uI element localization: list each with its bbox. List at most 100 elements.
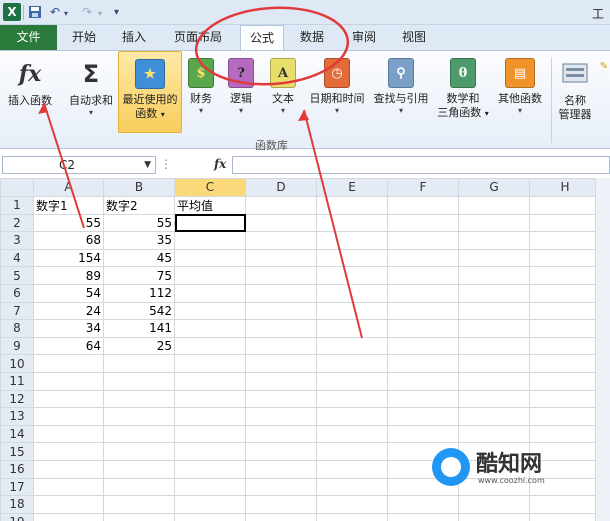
autosum-button[interactable]: Σ 自动求和 ▾ (64, 51, 118, 133)
column-header[interactable]: H (529, 178, 601, 197)
cell[interactable] (245, 495, 317, 514)
chevron-down-icon[interactable]: ▼ (144, 157, 151, 173)
cell[interactable] (316, 512, 388, 521)
cell[interactable] (387, 283, 459, 303)
cell[interactable] (316, 459, 388, 479)
cell[interactable] (174, 266, 246, 285)
cell[interactable] (245, 407, 317, 426)
cell[interactable] (529, 371, 601, 391)
cell[interactable] (316, 424, 388, 444)
cell[interactable] (316, 231, 388, 250)
row-header[interactable]: 8 (0, 319, 34, 338)
row-header[interactable]: 10 (0, 354, 34, 373)
cell[interactable] (458, 389, 530, 409)
cell[interactable]: 平均值 (174, 195, 246, 215)
formula-bar-resize-handle[interactable]: ⋮ (160, 157, 172, 171)
cell[interactable] (245, 354, 317, 373)
cell[interactable] (316, 248, 388, 268)
row-header[interactable]: 14 (0, 424, 34, 444)
tab-page-layout[interactable]: 页面布局 (164, 25, 232, 50)
cell[interactable] (174, 442, 246, 461)
row-header[interactable]: 17 (0, 477, 34, 497)
cell[interactable]: 112 (103, 283, 175, 303)
cell[interactable] (387, 407, 459, 426)
cell[interactable] (458, 213, 530, 233)
cell[interactable] (245, 459, 317, 479)
select-all-corner[interactable] (0, 178, 34, 197)
cell[interactable] (174, 248, 246, 268)
cell[interactable] (387, 213, 459, 233)
define-name-icon[interactable]: ✎ (598, 59, 610, 141)
column-header[interactable]: E (316, 178, 388, 197)
cell[interactable]: 55 (33, 213, 104, 233)
customize-toolbar-icon[interactable]: ▾ (114, 6, 119, 20)
cell[interactable] (458, 231, 530, 250)
cell[interactable] (316, 301, 388, 321)
cell[interactable] (529, 407, 601, 426)
cell[interactable] (458, 424, 530, 444)
column-header[interactable]: F (387, 178, 459, 197)
cell[interactable]: 24 (33, 301, 104, 321)
insert-function-button[interactable]: fx 插入函数 (2, 51, 58, 133)
cell[interactable] (316, 407, 388, 426)
cell[interactable] (529, 283, 601, 303)
cell[interactable] (387, 371, 459, 391)
text-button[interactable]: A 文本 ▾ (268, 51, 298, 133)
cell[interactable]: 54 (33, 283, 104, 303)
row-header[interactable]: 15 (0, 442, 34, 461)
row-header[interactable]: 1 (0, 195, 34, 215)
row-header[interactable]: 5 (0, 266, 34, 285)
cell[interactable] (387, 495, 459, 514)
cell[interactable] (33, 389, 104, 409)
cell[interactable] (529, 424, 601, 444)
cell[interactable] (33, 495, 104, 514)
row-header[interactable]: 13 (0, 407, 34, 426)
cell[interactable] (174, 336, 246, 356)
financial-button[interactable]: $ 财务 ▾ (186, 51, 216, 133)
cell[interactable]: 34 (33, 319, 104, 338)
cell[interactable]: 数字1 (33, 195, 104, 215)
cell[interactable] (316, 477, 388, 497)
cell[interactable] (245, 424, 317, 444)
cell[interactable] (387, 231, 459, 250)
cell[interactable] (245, 301, 317, 321)
cell[interactable] (245, 195, 317, 215)
cell[interactable] (458, 301, 530, 321)
column-header[interactable]: D (245, 178, 317, 197)
cell[interactable] (458, 266, 530, 285)
cell[interactable] (245, 213, 317, 233)
cell[interactable] (387, 248, 459, 268)
cell[interactable] (245, 389, 317, 409)
datetime-button[interactable]: ◷ 日期和时间 ▾ (306, 51, 368, 133)
cell[interactable]: 154 (33, 248, 104, 268)
row-header[interactable]: 11 (0, 371, 34, 391)
cell[interactable] (458, 512, 530, 521)
cell[interactable] (103, 424, 175, 444)
row-header[interactable]: 9 (0, 336, 34, 356)
cell[interactable] (529, 512, 601, 521)
cell[interactable] (103, 354, 175, 373)
formula-input[interactable] (232, 156, 610, 174)
redo-icon[interactable]: ↷ (82, 5, 92, 19)
cell[interactable] (103, 371, 175, 391)
tab-data[interactable]: 数据 (290, 25, 334, 50)
cell[interactable] (245, 231, 317, 250)
cell[interactable] (103, 477, 175, 497)
tab-file[interactable]: 文件 (0, 25, 57, 50)
active-cell[interactable] (174, 213, 246, 233)
cell[interactable] (458, 248, 530, 268)
cell[interactable]: 64 (33, 336, 104, 356)
cell[interactable] (387, 512, 459, 521)
cell[interactable] (529, 231, 601, 250)
undo-dropdown-icon[interactable]: ▾ (64, 7, 68, 21)
row-header[interactable]: 16 (0, 459, 34, 479)
cell[interactable] (529, 266, 601, 285)
cell[interactable] (529, 389, 601, 409)
cell[interactable] (316, 389, 388, 409)
cell[interactable] (458, 407, 530, 426)
cell[interactable] (245, 477, 317, 497)
cell[interactable] (316, 195, 388, 215)
cell[interactable] (103, 407, 175, 426)
cell[interactable]: 542 (103, 301, 175, 321)
cell[interactable] (245, 283, 317, 303)
